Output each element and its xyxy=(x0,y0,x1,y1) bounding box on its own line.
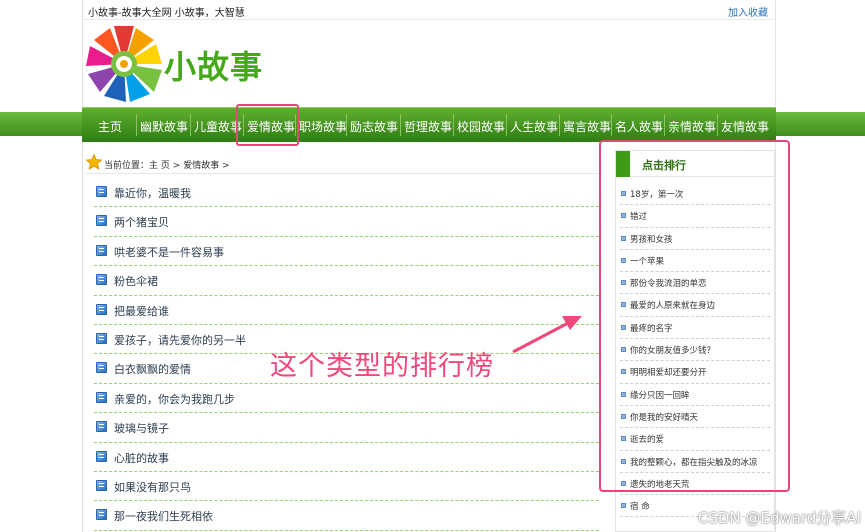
document-icon xyxy=(96,450,107,462)
story-list-item[interactable]: 两个猪宝贝 xyxy=(94,207,599,237)
story-list-item[interactable]: 把最爱给谁 xyxy=(94,296,599,325)
story-title-link[interactable]: 白衣飘飘的爱情 xyxy=(114,361,191,377)
document-icon xyxy=(96,509,107,521)
story-title-link[interactable]: 两个猪宝贝 xyxy=(114,214,169,230)
story-title-link[interactable]: 靠近你，温暖我 xyxy=(114,185,191,201)
logo-text[interactable]: 小故事 xyxy=(164,42,263,88)
breadcrumb-category-link[interactable]: 爱情故事 xyxy=(183,161,219,171)
main-nav: 主页 幽默故事 儿童故事 爱情故事 职场故事 励志故事 哲理故事 校园故事 人生故事 寓言故事 名人… xyxy=(82,107,776,142)
document-icon xyxy=(96,479,107,491)
nav-item[interactable]: 寓言故事 xyxy=(563,118,611,135)
nav-separator xyxy=(717,114,718,136)
nav-item[interactable]: 人生故事 xyxy=(510,118,558,135)
nav-item[interactable]: 主页 xyxy=(98,118,122,135)
nav-separator xyxy=(453,114,454,136)
story-title-link[interactable]: 那一夜我们生死相依 xyxy=(114,508,213,524)
nav-item[interactable]: 励志故事 xyxy=(350,118,398,135)
story-list-item[interactable]: 粉色伞裙 xyxy=(94,266,599,296)
breadcrumb-separator: > xyxy=(222,161,230,171)
document-icon xyxy=(96,244,107,256)
nav-item[interactable]: 幽默故事 xyxy=(140,118,188,135)
story-list-item[interactable]: 如果没有那只鸟 xyxy=(94,472,599,502)
story-list-item[interactable]: 那一夜我们生死相依 xyxy=(94,501,599,531)
nav-separator xyxy=(136,114,137,136)
story-title-link[interactable]: 如果没有那只鸟 xyxy=(114,479,191,495)
story-title-link[interactable]: 把最爱给谁 xyxy=(114,303,169,319)
nav-item[interactable]: 儿童故事 xyxy=(194,118,242,135)
annotation-text: 这个类型的排行榜 xyxy=(270,351,494,382)
breadcrumb-text: 当前位置：主 页 > 爱情故事 > xyxy=(104,158,230,171)
story-list-item[interactable]: 玻璃与镜子 xyxy=(94,413,599,443)
document-icon xyxy=(96,362,107,374)
breadcrumb-prefix: 当前位置： xyxy=(104,161,150,171)
annotation-highlight-ranking xyxy=(599,140,790,492)
ranking-item-link[interactable]: 宿 命 xyxy=(630,500,650,512)
nav-separator xyxy=(559,114,560,136)
nav-separator xyxy=(400,114,401,136)
breadcrumb: 当前位置：主 页 > 爱情故事 > xyxy=(86,154,602,174)
document-icon xyxy=(96,186,107,197)
bullet-icon xyxy=(621,503,626,509)
site-slogan: 小故事-故事大全网 小故事，大智慧 xyxy=(88,8,245,19)
nav-separator xyxy=(664,114,665,136)
nav-separator xyxy=(506,114,507,136)
story-list-item[interactable]: 哄老婆不是一件容易事 xyxy=(94,237,599,267)
nav-item[interactable]: 亲情故事 xyxy=(668,118,716,135)
top-bar: 小故事-故事大全网 小故事，大智慧 加入收藏 xyxy=(82,0,776,20)
story-list-item[interactable]: 亲爱的，你会为我跑几步 xyxy=(94,384,599,414)
story-title-link[interactable]: 爱孩子，请先爱你的另一半 xyxy=(114,332,246,348)
story-title-link[interactable]: 粉色伞裙 xyxy=(114,273,158,289)
story-list-item[interactable]: 心脏的故事 xyxy=(94,443,599,472)
document-icon xyxy=(96,391,107,403)
story-title-link[interactable]: 亲爱的，你会为我跑几步 xyxy=(114,391,235,407)
document-icon xyxy=(96,215,107,227)
nav-separator xyxy=(611,114,612,136)
nav-item[interactable]: 职场故事 xyxy=(299,118,347,135)
story-title-link[interactable]: 玻璃与镜子 xyxy=(114,420,169,436)
breadcrumb-home-link[interactable]: 主 页 xyxy=(149,161,170,171)
document-icon xyxy=(96,332,107,344)
story-title-link[interactable]: 哄老婆不是一件容易事 xyxy=(114,244,224,260)
annotation-highlight-nav xyxy=(236,104,299,146)
add-favorite-link[interactable]: 加入收藏 xyxy=(728,4,768,19)
document-icon xyxy=(96,421,107,433)
nav-separator xyxy=(190,114,191,136)
watermark: CSDN @Edward分享AI xyxy=(697,509,861,527)
document-icon xyxy=(96,303,107,315)
story-title-link[interactable]: 心脏的故事 xyxy=(114,450,169,466)
nav-item[interactable]: 友情故事 xyxy=(721,118,769,135)
nav-item[interactable]: 校园故事 xyxy=(457,118,505,135)
nav-separator xyxy=(346,114,347,136)
nav-item[interactable]: 名人故事 xyxy=(615,118,663,135)
breadcrumb-separator: > xyxy=(172,161,181,171)
star-icon xyxy=(86,154,102,170)
nav-item[interactable]: 哲理故事 xyxy=(404,118,452,135)
document-icon xyxy=(96,274,107,286)
story-list-item[interactable]: 靠近你，温暖我 xyxy=(94,178,599,208)
